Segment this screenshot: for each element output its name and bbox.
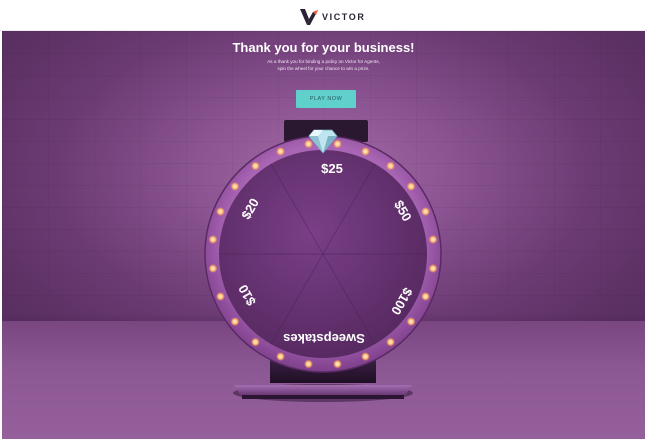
top-header: VICTOR (0, 0, 647, 31)
rim-light (233, 184, 237, 189)
rim-light (218, 209, 223, 214)
rim-light (253, 164, 258, 168)
prize-wheel[interactable]: $25 $50 $100 Sweepstakes $10 $20 (2, 31, 645, 439)
page: VICTOR Thank you for your business! As a… (0, 0, 647, 439)
segment-label-sweepstakes: Sweepstakes (283, 331, 365, 346)
rim-light (409, 184, 413, 189)
rim-light (388, 340, 393, 344)
brand-logo[interactable]: VICTOR (300, 8, 365, 26)
rim-light (363, 354, 368, 359)
rim-light (423, 294, 428, 299)
rim-light (431, 237, 435, 242)
wheel-base-edge (242, 395, 404, 399)
rim-light (431, 266, 435, 271)
victor-v-logo-icon (300, 9, 318, 25)
rim-light (306, 142, 311, 146)
rim-light (278, 149, 283, 154)
segment-label-25: $25 (321, 161, 343, 176)
brand-name: VICTOR (322, 12, 366, 22)
rim-light (211, 266, 215, 271)
rim-light (409, 319, 413, 324)
rim-light (253, 340, 258, 344)
rim-light (388, 164, 393, 168)
rim-light (306, 362, 311, 366)
rim-light (335, 362, 340, 366)
rim-light (218, 294, 223, 299)
rim-light (363, 149, 368, 154)
rim-light (423, 209, 428, 214)
rim-light (278, 354, 283, 359)
rim-light (335, 142, 340, 146)
hero-section: Thank you for your business! As a thank … (2, 31, 645, 439)
rim-light (233, 319, 237, 324)
rim-light (211, 237, 215, 242)
